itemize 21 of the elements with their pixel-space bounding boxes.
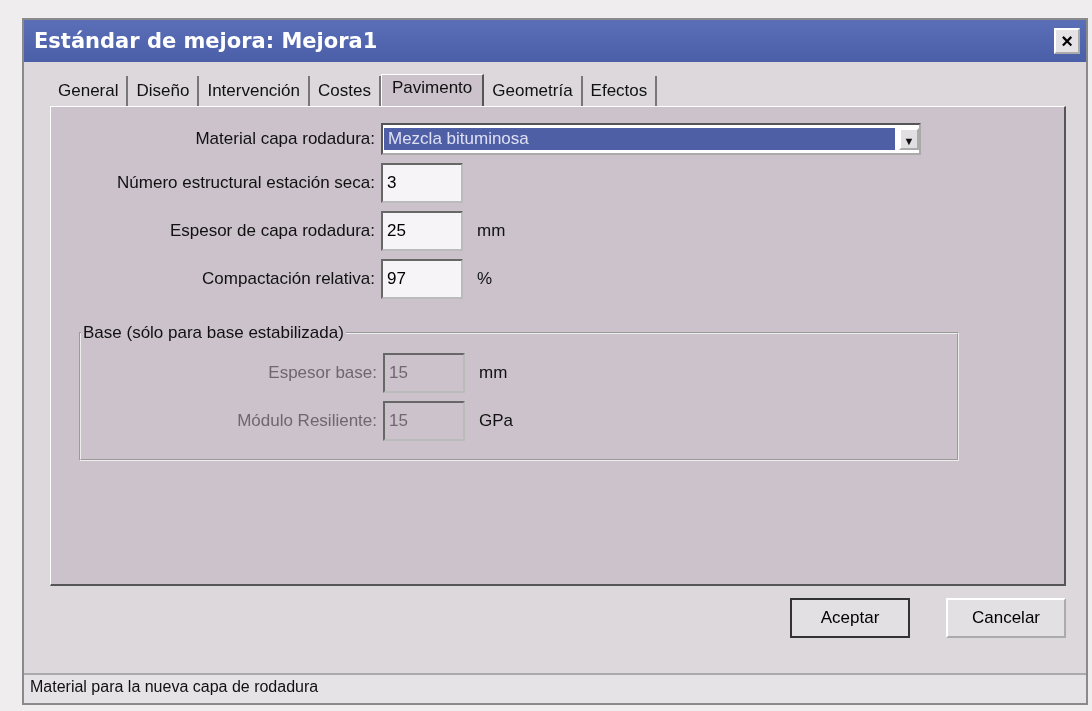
unit-label: GPa	[479, 411, 514, 431]
input-field[interactable]: 97	[381, 259, 463, 299]
group-title: Base (sólo para base estabilizada)	[82, 323, 345, 343]
close-button[interactable]: ×	[1054, 28, 1080, 54]
unit-label: mm	[477, 221, 506, 241]
window-title: Estándar de mejora: Mejora1	[34, 29, 378, 53]
unit-label: mm	[479, 363, 508, 383]
dialog-button[interactable]: Aceptar	[790, 598, 910, 638]
status-text: Material para la nueva capa de rodadura	[30, 678, 319, 695]
unit-label: %	[477, 269, 493, 289]
field-label: Espesor base:	[267, 363, 378, 383]
dialog-button[interactable]: Cancelar	[946, 598, 1066, 638]
material-dropdown[interactable]: Mezcla bituminosa ▼	[381, 123, 921, 155]
input-field[interactable]: 25	[381, 211, 463, 251]
field-label: Material capa rodadura:	[194, 129, 376, 149]
field-label: Compactación relativa:	[201, 269, 376, 289]
field-label: Número estructural estación seca:	[116, 173, 376, 193]
field-label: Espesor de capa rodadura:	[168, 221, 376, 241]
tab[interactable]: Pavimento	[380, 74, 485, 106]
field-label: Módulo Resiliente:	[236, 411, 378, 431]
input-field[interactable]: 3	[381, 163, 463, 203]
